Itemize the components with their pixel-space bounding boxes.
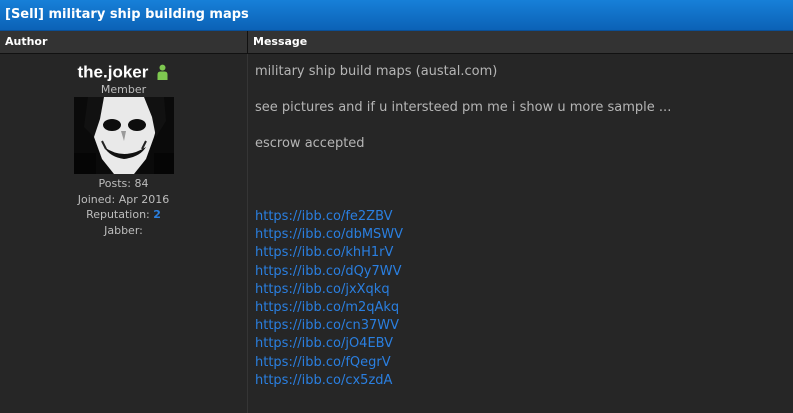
- image-link[interactable]: https://ibb.co/dQy7WV: [255, 263, 403, 281]
- image-link[interactable]: https://ibb.co/fQegrV: [255, 354, 403, 372]
- reputation-label: Reputation:: [86, 208, 150, 221]
- avatar[interactable]: [74, 97, 174, 174]
- column-header-message-label: Message: [253, 35, 308, 48]
- column-header-message: Message: [248, 31, 793, 54]
- user-joined: Joined: Apr 2016: [77, 192, 170, 206]
- image-link[interactable]: https://ibb.co/m2qAkq: [255, 299, 403, 317]
- user-rank: Member: [100, 83, 147, 96]
- post-author-panel: the.joker Member Posts: 84 Joined: Apr 2…: [0, 54, 248, 413]
- user-stats: Posts: 84 Joined: Apr 2016 Reputation: 2…: [0, 176, 247, 238]
- image-link[interactable]: https://ibb.co/dbMSWV: [255, 226, 403, 244]
- message-line-1: military ship build maps (austal.com): [255, 64, 498, 79]
- image-links-list: https://ibb.co/fe2ZBV https://ibb.co/dbM…: [255, 208, 403, 390]
- user-reputation: Reputation: 2: [0, 207, 247, 223]
- username-row: the.joker: [0, 62, 247, 83]
- post-message-panel: military ship build maps (austal.com) se…: [248, 54, 793, 413]
- user-posts: Posts: 84: [98, 177, 149, 190]
- thread-header: [Sell] military ship building maps: [0, 0, 793, 31]
- thread-title[interactable]: [Sell] military ship building maps: [5, 7, 249, 22]
- message-line-3: escrow accepted: [255, 136, 365, 151]
- image-link[interactable]: https://ibb.co/jO4EBV: [255, 335, 403, 353]
- image-link[interactable]: https://ibb.co/cx5zdA: [255, 372, 403, 390]
- message-line-2: see pictures and if u intersteed pm me i…: [255, 100, 672, 115]
- column-header-author-label: Author: [5, 35, 48, 48]
- joker-avatar-image: [74, 97, 174, 174]
- user-jabber: Jabber:: [104, 223, 143, 237]
- image-link[interactable]: https://ibb.co/cn37WV: [255, 317, 403, 335]
- username[interactable]: the.joker: [78, 63, 149, 82]
- image-link[interactable]: https://ibb.co/khH1rV: [255, 244, 403, 262]
- column-header-author: Author: [0, 31, 248, 54]
- image-link[interactable]: https://ibb.co/fe2ZBV: [255, 208, 403, 226]
- reputation-value[interactable]: 2: [153, 208, 161, 221]
- image-link[interactable]: https://ibb.co/jxXqkq: [255, 281, 403, 299]
- online-person-icon: [157, 64, 168, 80]
